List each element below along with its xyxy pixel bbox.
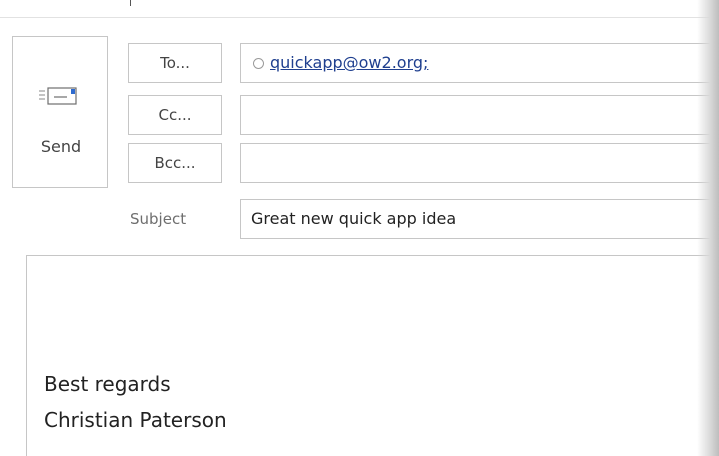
bcc-field[interactable]: [240, 143, 719, 183]
send-button[interactable]: Send: [12, 36, 108, 188]
signature-line: Best regards: [44, 372, 171, 396]
subject-field[interactable]: Great new quick app idea: [240, 199, 719, 239]
send-envelope-icon: [39, 87, 77, 105]
recipient-chip[interactable]: quickapp@ow2.org;: [253, 44, 428, 82]
send-label: Send: [40, 137, 82, 156]
divider: [130, 0, 131, 6]
subject-label: Subject: [130, 210, 187, 228]
recipient-address[interactable]: quickapp@ow2.org;: [270, 44, 428, 82]
to-button[interactable]: To...: [128, 43, 222, 83]
presence-circle-icon: [253, 57, 264, 69]
signature-name: Christian Paterson: [44, 408, 227, 432]
bcc-button[interactable]: Bcc...: [128, 143, 222, 183]
cc-button[interactable]: Cc...: [128, 95, 222, 135]
cc-field[interactable]: [240, 95, 719, 135]
to-field[interactable]: quickapp@ow2.org;: [240, 43, 719, 83]
ribbon-edge: [0, 0, 719, 18]
